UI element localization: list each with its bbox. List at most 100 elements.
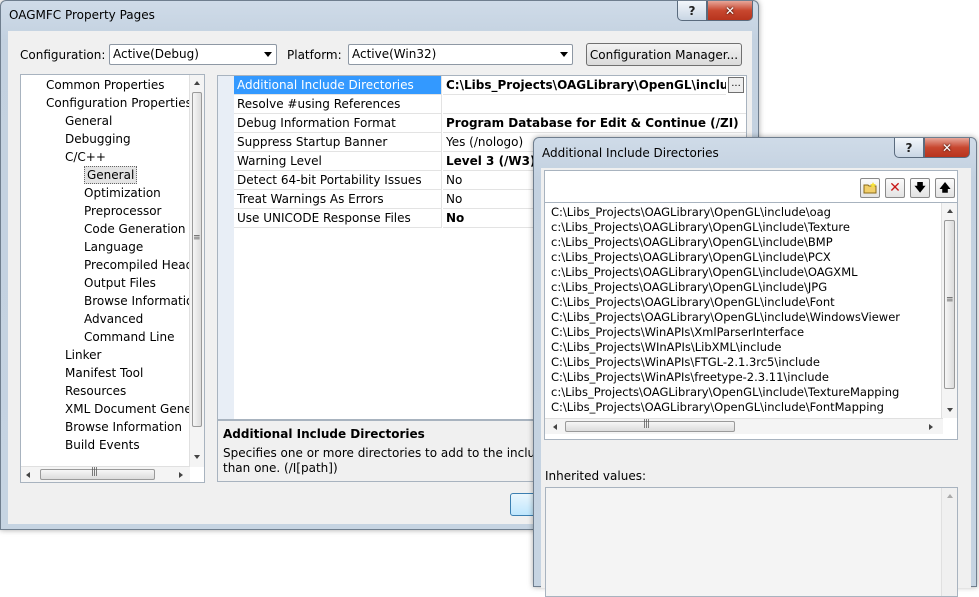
tree-item[interactable]: Common Properties bbox=[46, 76, 165, 94]
description-text-line2: than one. (/I[path]) bbox=[223, 461, 338, 475]
platform-label: Platform: bbox=[287, 48, 342, 62]
tree-item[interactable]: Command Line bbox=[84, 328, 175, 346]
delete-icon[interactable]: ✕ bbox=[885, 178, 905, 198]
grip-icon: ||| bbox=[91, 467, 98, 477]
tree-item[interactable]: Optimization bbox=[84, 184, 161, 202]
tree-item[interactable]: Browse Information bbox=[84, 292, 201, 310]
list-item[interactable]: C:\Libs_Projects\WinAPIs\freetype-2.3.11… bbox=[551, 370, 829, 385]
property-name[interactable]: Debug Information Format bbox=[234, 114, 442, 133]
property-value-text: No bbox=[446, 192, 463, 206]
platform-dropdown[interactable]: Active(Win32) bbox=[348, 44, 573, 65]
dialog-close-button[interactable]: ✕ bbox=[924, 138, 970, 158]
tree-item[interactable]: Build Events bbox=[65, 436, 140, 454]
platform-value: Active(Win32) bbox=[352, 47, 437, 61]
category-tree: Common Properties Configuration Propertie… bbox=[20, 74, 205, 483]
property-name[interactable]: Additional Include Directories bbox=[234, 76, 442, 95]
list-item[interactable]: C:\Libs_Projects\OAGLibrary\OpenGL\inclu… bbox=[551, 295, 835, 310]
property-value[interactable] bbox=[443, 95, 746, 114]
list-item[interactable]: c:\Libs_Projects\OAGLibrary\OpenGL\inclu… bbox=[551, 280, 827, 295]
tree-horizontal-scrollbar[interactable]: ||| bbox=[21, 466, 190, 482]
list-item[interactable]: C:\Libs_Projects\WinAPIs\FTGL-2.1.3rc5\i… bbox=[551, 355, 820, 370]
property-value[interactable]: Program Database for Edit & Continue (/Z… bbox=[443, 114, 746, 133]
chevron-down-icon bbox=[264, 52, 272, 57]
title-bar[interactable]: OAGMFC Property Pages ? ✕ bbox=[1, 1, 758, 29]
property-row[interactable]: Resolve #using References bbox=[218, 95, 746, 114]
chevron-down-icon bbox=[560, 52, 568, 57]
tree-item[interactable]: C/C++ bbox=[65, 148, 106, 166]
dialog-help-button[interactable]: ? bbox=[894, 138, 924, 158]
scroll-up-icon[interactable] bbox=[947, 494, 953, 498]
browse-ellipsis-button[interactable]: ... bbox=[728, 77, 744, 93]
grip-icon: ≡ bbox=[193, 233, 200, 243]
close-button[interactable]: ✕ bbox=[707, 1, 753, 21]
property-name[interactable]: Resolve #using References bbox=[234, 95, 442, 114]
property-value[interactable]: C:\Libs_Projects\OAGLibrary\OpenGL\inclu… bbox=[443, 76, 726, 95]
property-value-text: Program Database for Edit & Continue (/Z… bbox=[446, 116, 739, 130]
tree-item[interactable]: General bbox=[65, 112, 112, 130]
configuration-manager-button[interactable]: Configuration Manager... bbox=[586, 43, 742, 66]
list-item[interactable]: C:\Libs_Projects\OAGLibrary\OpenGL\inclu… bbox=[551, 205, 831, 220]
dialog-title-bar[interactable]: Additional Include Directories ? ✕ bbox=[534, 138, 976, 166]
tree-item[interactable]: Resources bbox=[65, 382, 126, 400]
tree-item[interactable]: XML Document Genera bbox=[65, 400, 204, 418]
inherited-values-label: Inherited values: bbox=[545, 469, 646, 483]
tree-hscroll-thumb[interactable] bbox=[40, 469, 155, 480]
tree-item[interactable]: Browse Information bbox=[65, 418, 182, 436]
scroll-left-icon[interactable] bbox=[26, 472, 30, 478]
scroll-left-icon[interactable] bbox=[553, 424, 557, 430]
grip-icon: ||| bbox=[643, 419, 650, 429]
tree-item[interactable]: Manifest Tool bbox=[65, 364, 143, 382]
new-folder-icon[interactable] bbox=[860, 178, 880, 198]
dialog-client-area: ✕ 🡇 🡅 C:\Libs_Projects\OAGLibrary\OpenGL… bbox=[541, 168, 971, 597]
list-item[interactable]: c:\Libs_Projects\OAGLibrary\OpenGL\inclu… bbox=[551, 265, 858, 280]
scroll-up-icon[interactable] bbox=[947, 209, 953, 213]
list-item[interactable]: C:\Libs_Projects\WinAPIs\XmlParserInterf… bbox=[551, 325, 804, 340]
list-item[interactable]: c:\Libs_Projects\OAGLibrary\OpenGL\inclu… bbox=[551, 250, 831, 265]
configuration-value: Active(Debug) bbox=[113, 47, 199, 61]
scroll-down-icon[interactable] bbox=[194, 455, 200, 459]
help-button[interactable]: ? bbox=[677, 1, 707, 21]
description-text-line1: Specifies one or more directories to add… bbox=[223, 446, 582, 460]
property-name[interactable]: Detect 64-bit Portability Issues bbox=[234, 171, 442, 190]
move-down-icon[interactable]: 🡇 bbox=[910, 178, 930, 198]
property-name[interactable]: Warning Level bbox=[234, 152, 442, 171]
configuration-dropdown[interactable]: Active(Debug) bbox=[109, 44, 277, 65]
directory-list[interactable]: C:\Libs_Projects\OAGLibrary\OpenGL\inclu… bbox=[544, 202, 958, 440]
list-hscroll-thumb[interactable] bbox=[565, 421, 735, 432]
tree-item[interactable]: Debugging bbox=[65, 130, 131, 148]
inherited-vertical-scrollbar[interactable] bbox=[941, 488, 957, 596]
inherited-values-list bbox=[545, 487, 958, 597]
tree-item[interactable]: Output Files bbox=[84, 274, 156, 292]
tree-item[interactable]: Language bbox=[84, 238, 143, 256]
list-item[interactable]: C:\Libs_Projects\WInAPIs\LibXML\include bbox=[551, 340, 781, 355]
property-row[interactable]: Additional Include Directories C:\Libs_Pr… bbox=[218, 76, 746, 95]
list-horizontal-scrollbar[interactable]: ||| bbox=[545, 418, 943, 434]
tree-item[interactable]: Preprocessor bbox=[84, 202, 161, 220]
list-item[interactable]: C:\Libs_Projects\OAGLibrary\OpenGL\inclu… bbox=[551, 310, 900, 325]
move-up-icon[interactable]: 🡅 bbox=[935, 178, 955, 198]
tree-item[interactable]: Configuration Properties bbox=[46, 94, 192, 112]
tree-vertical-scrollbar[interactable]: ≡ bbox=[189, 75, 204, 467]
property-name[interactable]: Suppress Startup Banner bbox=[234, 133, 442, 152]
include-directories-dialog: Additional Include Directories ? ✕ ✕ 🡇 🡅… bbox=[533, 137, 977, 597]
tree-scroll-thumb[interactable] bbox=[192, 92, 202, 427]
property-name[interactable]: Treat Warnings As Errors bbox=[234, 190, 442, 209]
scroll-right-icon[interactable] bbox=[179, 472, 183, 478]
scroll-down-icon[interactable] bbox=[947, 408, 953, 412]
list-item[interactable]: c:\Libs_Projects\OAGLibrary\OpenGL\inclu… bbox=[551, 220, 850, 235]
scroll-right-icon[interactable] bbox=[929, 424, 933, 430]
list-item[interactable]: C:\Libs_Projects\OAGLibrary\OpenGL\inclu… bbox=[551, 400, 884, 415]
grip-icon: ≡ bbox=[946, 295, 953, 305]
tree-item[interactable]: General bbox=[84, 166, 138, 184]
property-value-text: Level 3 (/W3) bbox=[446, 154, 536, 168]
scroll-up-icon[interactable] bbox=[194, 81, 200, 85]
tree-item[interactable]: Precompiled Heade bbox=[84, 256, 201, 274]
list-item[interactable]: c:\Libs_Projects\OAGLibrary\OpenGL\inclu… bbox=[551, 385, 899, 400]
tree-item[interactable]: Code Generation bbox=[84, 220, 185, 238]
property-name[interactable]: Use UNICODE Response Files bbox=[234, 209, 442, 228]
property-row[interactable]: Debug Information Format Program Database… bbox=[218, 114, 746, 133]
list-vertical-scrollbar[interactable]: ≡ bbox=[941, 203, 957, 418]
list-item[interactable]: c:\Libs_Projects\OAGLibrary\OpenGL\inclu… bbox=[551, 235, 833, 250]
tree-item[interactable]: Linker bbox=[65, 346, 101, 364]
tree-item[interactable]: Advanced bbox=[84, 310, 143, 328]
